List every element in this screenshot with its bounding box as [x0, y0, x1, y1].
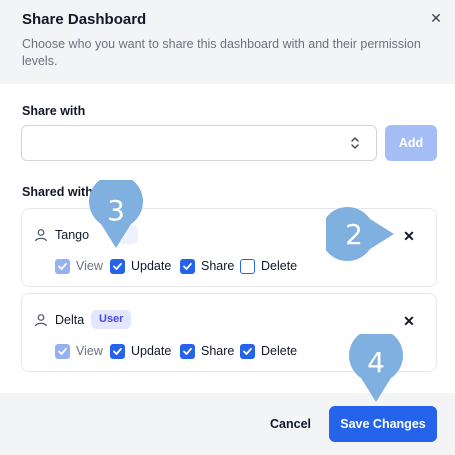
permission-label: Update — [131, 344, 172, 358]
checkbox-delete[interactable] — [240, 343, 255, 359]
permission-label: Delete — [261, 259, 298, 273]
checkbox-share[interactable] — [180, 343, 195, 359]
user-icon — [34, 314, 48, 327]
dialog-subtitle: Choose who you want to share this dashbo… — [22, 37, 421, 68]
checkbox-delete[interactable] — [240, 258, 255, 274]
callout-number-3: 3 — [107, 194, 125, 227]
role-badge: User — [91, 310, 132, 329]
user-icon — [34, 229, 48, 242]
share-with-label: Share with — [22, 104, 86, 118]
permission-label: View — [76, 344, 103, 358]
checkbox-update[interactable] — [110, 258, 125, 274]
permission-label: Share — [201, 259, 235, 273]
permission-share[interactable]: Share — [180, 343, 234, 359]
checkbox-share[interactable] — [180, 258, 195, 274]
close-icon[interactable]: ✕ — [428, 10, 444, 26]
checkbox-view[interactable] — [55, 343, 70, 359]
add-button[interactable]: Add — [385, 125, 437, 161]
permission-label: Update — [131, 259, 172, 273]
callout-number-2: 2 — [345, 218, 363, 251]
dialog-header: Share Dashboard Choose who you want to s… — [0, 0, 455, 84]
shared-with-label: Shared with — [22, 185, 93, 199]
dialog-title: Share Dashboard — [22, 11, 147, 28]
remove-user-icon[interactable]: ✕ — [402, 314, 416, 328]
checkbox-view[interactable] — [55, 258, 70, 274]
cancel-button[interactable]: Cancel — [270, 417, 311, 431]
permission-label: Delete — [261, 344, 298, 358]
permission-delete[interactable]: Delete — [240, 258, 297, 274]
share-with-select[interactable] — [21, 125, 377, 161]
permission-view[interactable]: View — [55, 258, 103, 274]
permission-label: Share — [201, 344, 235, 358]
callout-number-4: 4 — [367, 346, 385, 379]
permission-share[interactable]: Share — [180, 258, 234, 274]
permission-update[interactable]: Update — [110, 258, 171, 274]
permission-label: View — [76, 259, 103, 273]
user-name: Delta — [55, 313, 85, 327]
permission-delete[interactable]: Delete — [240, 343, 297, 359]
permission-update[interactable]: Update — [110, 343, 171, 359]
permission-view[interactable]: View — [55, 343, 103, 359]
checkbox-update[interactable] — [110, 343, 125, 359]
user-name: Tango — [55, 228, 90, 242]
chevron-up-down-icon — [351, 137, 359, 149]
remove-user-icon[interactable]: ✕ — [402, 229, 416, 243]
save-changes-button[interactable]: Save Changes — [329, 406, 437, 442]
